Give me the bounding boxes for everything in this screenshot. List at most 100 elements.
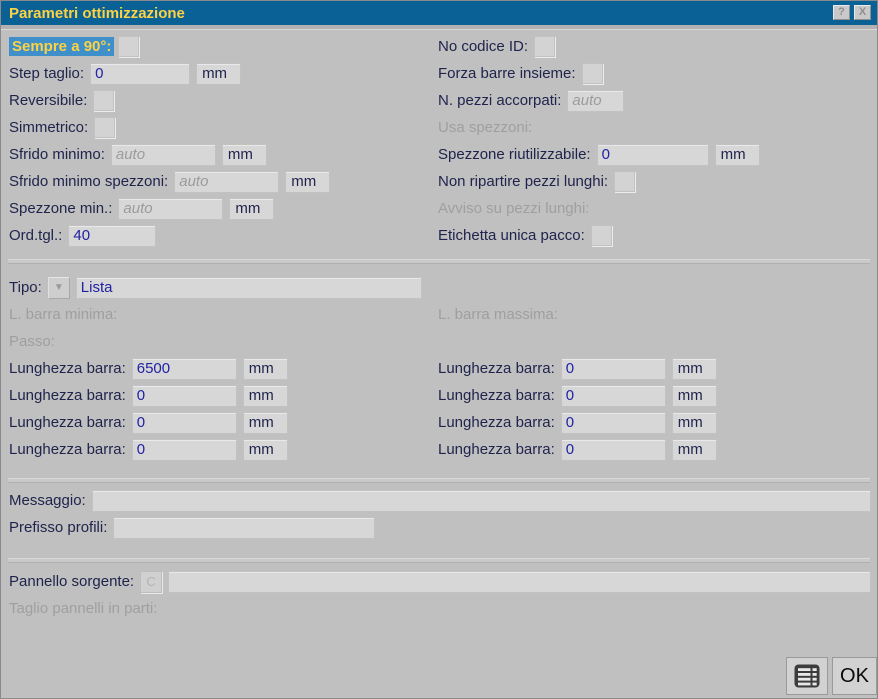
lunghezza-barra-unit: mm xyxy=(672,385,717,407)
ord-tgl-input[interactable] xyxy=(68,225,156,247)
sfrido-minimo-unit: mm xyxy=(222,144,267,166)
sfrido-minimo-label: Sfrido minimo: xyxy=(9,146,105,163)
n-pezzi-accorpati-input[interactable] xyxy=(567,90,624,112)
lunghezza-barra-label: Lunghezza barra: xyxy=(438,360,555,377)
bar-row-4: Lunghezza barra: mm Lunghezza barra: mm xyxy=(9,436,871,463)
no-codice-id-checkbox[interactable] xyxy=(534,36,555,57)
bar-row-2: Lunghezza barra: mm Lunghezza barra: mm xyxy=(9,382,871,409)
lunghezza-barra-unit: mm xyxy=(672,439,717,461)
section-parameters: Sempre a 90°: No codice ID: Step taglio:… xyxy=(9,33,871,249)
sfrido-minimo-input[interactable] xyxy=(111,144,216,166)
section-message: Messaggio: Prefisso profili: xyxy=(9,487,871,541)
barra-minmax-row: L. barra minima: L. barra massima: xyxy=(9,301,871,328)
spezzone-riutilizzabile-unit: mm xyxy=(715,144,760,166)
bar-row-1: Lunghezza barra: mm Lunghezza barra: mm xyxy=(9,355,871,382)
row-3: Reversibile: N. pezzi accorpati: xyxy=(9,87,871,114)
lunghezza-barra-input-r4[interactable] xyxy=(561,439,666,461)
table-grid-icon xyxy=(793,663,821,689)
l-barra-massima-label: L. barra massima: xyxy=(438,306,558,323)
lunghezza-barra-unit: mm xyxy=(243,358,288,380)
reversibile-label: Reversibile: xyxy=(9,92,87,109)
spezzone-min-input[interactable] xyxy=(118,198,223,220)
passo-label: Passo: xyxy=(9,333,55,350)
bar-row-3: Lunghezza barra: mm Lunghezza barra: mm xyxy=(9,409,871,436)
step-taglio-unit: mm xyxy=(196,63,241,85)
lunghezza-barra-label: Lunghezza barra: xyxy=(9,387,126,404)
row-1: Sempre a 90°: No codice ID: xyxy=(9,33,871,60)
taglio-pannelli-row: Taglio pannelli in parti: xyxy=(9,595,871,622)
pannello-sorgente-c-button[interactable]: C xyxy=(140,571,162,593)
lunghezza-barra-input-l1[interactable] xyxy=(132,358,237,380)
prefisso-profili-label: Prefisso profili: xyxy=(9,519,107,536)
spezzone-min-label: Spezzone min.: xyxy=(9,200,112,217)
titlebar: Parametri ottimizzazione xyxy=(1,1,877,25)
sfrido-minimo-spezzoni-input[interactable] xyxy=(174,171,279,193)
lunghezza-barra-label: Lunghezza barra: xyxy=(9,414,126,431)
step-taglio-input[interactable] xyxy=(90,63,190,85)
simmetrico-checkbox[interactable] xyxy=(94,117,115,138)
tipo-input[interactable] xyxy=(76,277,422,299)
section-bars: Tipo: ▼ L. barra minima: L. barra massim… xyxy=(9,274,871,463)
sempre-a-90-label: Sempre a 90°: xyxy=(9,37,114,56)
passo-row: Passo: xyxy=(9,328,871,355)
messaggio-row: Messaggio: xyxy=(9,487,871,514)
lunghezza-barra-label: Lunghezza barra: xyxy=(9,441,126,458)
tipo-label: Tipo: xyxy=(9,279,42,296)
no-codice-id-label: No codice ID: xyxy=(438,38,528,55)
dialog-title: Parametri ottimizzazione xyxy=(9,5,185,22)
spezzone-min-unit: mm xyxy=(229,198,274,220)
lunghezza-barra-label: Lunghezza barra: xyxy=(9,360,126,377)
taglio-pannelli-label: Taglio pannelli in parti: xyxy=(9,600,157,617)
row-8: Ord.tgl.: Etichetta unica pacco: xyxy=(9,222,871,249)
lunghezza-barra-unit: mm xyxy=(672,358,717,380)
row-6: Sfrido minimo spezzoni: mm Non ripartire… xyxy=(9,168,871,195)
help-button[interactable]: ? xyxy=(833,5,850,20)
lunghezza-barra-unit: mm xyxy=(243,412,288,434)
titlebar-strip xyxy=(1,25,877,30)
lunghezza-barra-unit: mm xyxy=(243,439,288,461)
table-grid-button[interactable] xyxy=(786,657,828,695)
close-button[interactable]: X xyxy=(854,5,871,20)
pannello-sorgente-input[interactable] xyxy=(168,571,871,593)
non-ripartire-pezzi-lunghi-checkbox[interactable] xyxy=(614,171,635,192)
section-panel: Pannello sorgente: C Taglio pannelli in … xyxy=(9,568,871,622)
forza-barre-insieme-checkbox[interactable] xyxy=(582,63,603,84)
ord-tgl-label: Ord.tgl.: xyxy=(9,227,62,244)
prefisso-profili-input[interactable] xyxy=(113,517,375,539)
messaggio-input[interactable] xyxy=(92,490,871,512)
usa-spezzoni-label: Usa spezzoni: xyxy=(438,119,532,136)
lunghezza-barra-unit: mm xyxy=(243,385,288,407)
l-barra-minima-label: L. barra minima: xyxy=(9,306,117,323)
divider xyxy=(8,259,870,264)
non-ripartire-pezzi-lunghi-label: Non ripartire pezzi lunghi: xyxy=(438,173,608,190)
ok-button[interactable]: OK xyxy=(832,657,877,695)
etichetta-unica-pacco-label: Etichetta unica pacco: xyxy=(438,227,585,244)
spezzone-riutilizzabile-label: Spezzone riutilizzabile: xyxy=(438,146,591,163)
lunghezza-barra-input-r1[interactable] xyxy=(561,358,666,380)
lunghezza-barra-input-r3[interactable] xyxy=(561,412,666,434)
sfrido-minimo-spezzoni-label: Sfrido minimo spezzoni: xyxy=(9,173,168,190)
sempre-a-90-checkbox[interactable] xyxy=(118,36,139,57)
forza-barre-insieme-label: Forza barre insieme: xyxy=(438,65,576,82)
etichetta-unica-pacco-checkbox[interactable] xyxy=(591,225,612,246)
lunghezza-barra-input-r2[interactable] xyxy=(561,385,666,407)
simmetrico-label: Simmetrico: xyxy=(9,119,88,136)
step-taglio-label: Step taglio: xyxy=(9,65,84,82)
row-2: Step taglio: mm Forza barre insieme: xyxy=(9,60,871,87)
lunghezza-barra-input-l3[interactable] xyxy=(132,412,237,434)
divider xyxy=(8,478,870,483)
spezzone-riutilizzabile-input[interactable] xyxy=(597,144,709,166)
divider xyxy=(8,558,870,563)
lunghezza-barra-input-l2[interactable] xyxy=(132,385,237,407)
dialog-parametri-ottimizzazione: Parametri ottimizzazione ? X Sempre a 90… xyxy=(0,0,878,699)
tipo-dropdown-button[interactable]: ▼ xyxy=(48,277,70,299)
reversibile-checkbox[interactable] xyxy=(93,90,114,111)
chevron-down-icon: ▼ xyxy=(54,283,64,293)
prefisso-profili-row: Prefisso profili: xyxy=(9,514,871,541)
lunghezza-barra-input-l4[interactable] xyxy=(132,439,237,461)
sfrido-minimo-spezzoni-unit: mm xyxy=(285,171,330,193)
avviso-su-pezzi-lunghi-label: Avviso su pezzi lunghi: xyxy=(438,200,589,217)
n-pezzi-accorpati-label: N. pezzi accorpati: xyxy=(438,92,561,109)
lunghezza-barra-label: Lunghezza barra: xyxy=(438,387,555,404)
messaggio-label: Messaggio: xyxy=(9,492,86,509)
